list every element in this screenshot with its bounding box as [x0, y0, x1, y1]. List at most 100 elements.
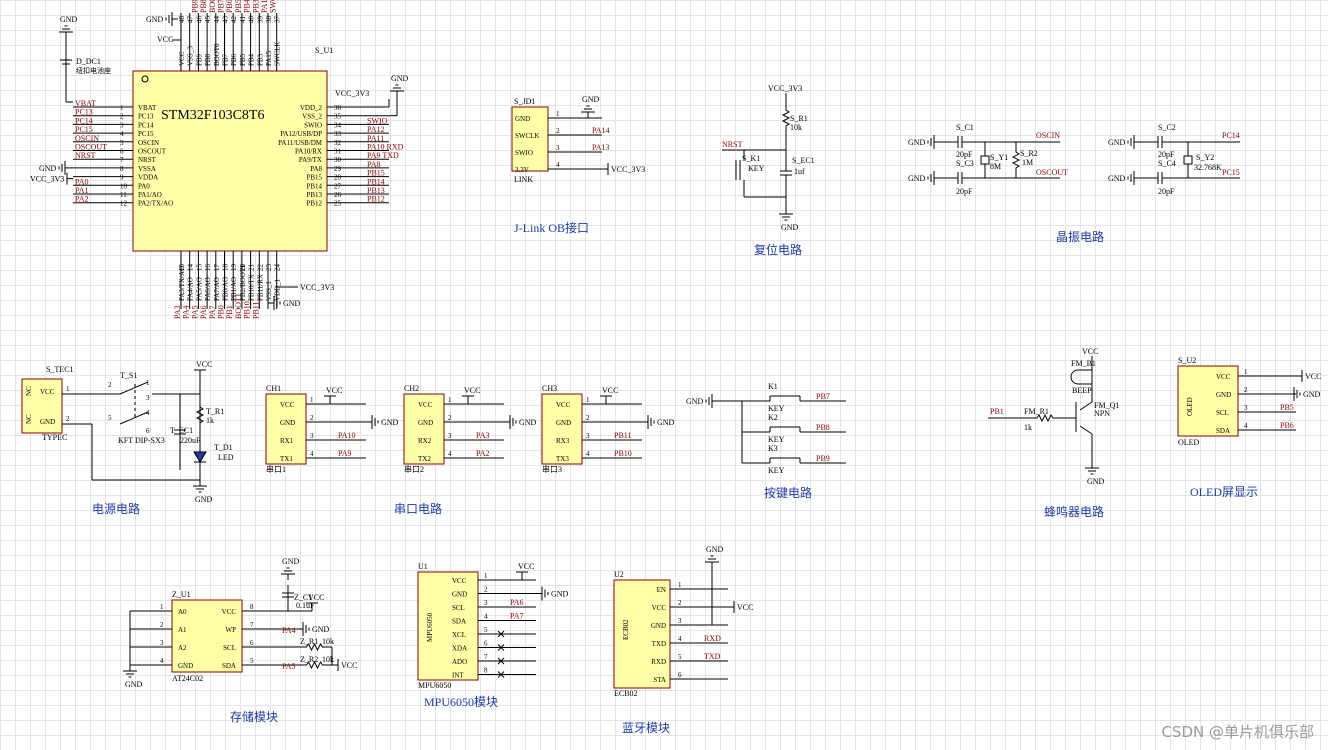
- jlink-pin-number: 4: [556, 161, 560, 169]
- serial-pin-number: 2: [310, 414, 314, 422]
- mpu-ref: U1: [418, 562, 428, 571]
- mcu-pin-number: 13: [178, 264, 186, 272]
- power-label: VCC_3V3: [30, 175, 64, 184]
- mcu-pin-name: VDD_2: [300, 104, 323, 112]
- mcu-left-net: NRST: [75, 151, 96, 160]
- mcu-pin-number: 20: [239, 264, 247, 272]
- crystal-caption: 晶振电路: [1056, 229, 1104, 244]
- mcu-left-net: OSCOUT: [75, 143, 107, 152]
- wire: [1079, 425, 1093, 435]
- reset-sw-ref: S_K1: [742, 154, 760, 163]
- crystal-r-ref: S_R2: [1020, 149, 1038, 158]
- bt-ref: U2: [614, 570, 624, 579]
- mcu-top-net: PA15: [260, 0, 269, 13]
- reset-c-val: 1uf: [794, 167, 805, 176]
- power-label: VCC_3V3: [611, 165, 645, 174]
- mcu-top-net: PB7: [217, 0, 226, 13]
- mcu-pin-name: PB14: [306, 182, 322, 190]
- mcu-pin-name: VDD_1: [274, 278, 282, 301]
- reset-block: VCC_3V3 S_R110k NRST S_K1KEY S_EC1 1uf GND: [722, 84, 815, 232]
- oled-block: S_U2 OLED OLED VCC 1 GND 2 SCL 3 PB5 SDA 4 PB6 VCC GND: [1177, 356, 1321, 447]
- mcu-pin-name: PA10/RX: [295, 148, 322, 156]
- serial-ref: CH2: [404, 384, 419, 393]
- mcu-pin-name: PB7: [222, 53, 230, 66]
- buzzer-net: PB1: [990, 407, 1004, 416]
- mcu-body: [132, 70, 328, 252]
- resistor: [781, 104, 791, 132]
- mcu-bottom-net: PB11: [251, 302, 260, 320]
- mpu-pin-name: VCC: [452, 577, 467, 585]
- mcu-right-net: PA12: [367, 125, 385, 134]
- mcu-pin-name: OSCOUT: [138, 148, 167, 156]
- mcu-bottom-net: PA3: [173, 306, 182, 320]
- mcu-bottom-net: PA6: [199, 306, 208, 320]
- power-r-ref: T_R1: [206, 407, 224, 416]
- keys-caption: 按键电路: [764, 485, 812, 500]
- rtc-net: PC15: [1222, 168, 1240, 177]
- keys-block: GNDK1KEYPB7K2KEYPB8K3KEYPB9: [686, 382, 846, 475]
- mcu-pin-name: PB0/AO: [222, 277, 230, 301]
- watermark: CSDN @单片机俱乐部: [1161, 723, 1314, 741]
- reset-r-ref: S_R1: [790, 114, 808, 123]
- crystal-block: GNDS_C120pFGNDS_C320pFS_Y18MS_R21MOSCINO…: [908, 123, 1240, 196]
- serial-port-1: CH1 串口1 VCC 1 GND 2 RX1 3 PA10 TX1 4 PA9 VCC GND: [265, 384, 399, 474]
- serial-pin-number: 2: [448, 414, 452, 422]
- jlink-pin-name: GND: [515, 115, 530, 123]
- mcu-pin-number: 18: [222, 264, 230, 272]
- eeprom-name: AT24C02: [172, 674, 203, 683]
- mcu-right-net: PB14: [367, 177, 385, 186]
- mcu-bottom-net: PB0: [217, 305, 226, 319]
- mcu-right-net: PB13: [367, 186, 385, 195]
- mcu-bottom-net: PA7: [208, 306, 217, 320]
- mcu-pin-number: 8: [120, 165, 124, 173]
- mcu-pin-number: 33: [334, 130, 342, 138]
- jlink-net: PA13: [592, 143, 610, 152]
- key-ref: K1: [768, 382, 778, 391]
- mcu-pin-number: 25: [334, 200, 342, 208]
- mpu-pin-number: 8: [484, 667, 488, 675]
- mcu-top-net: SWCLK: [269, 0, 278, 13]
- mcu-pin-number: 42: [230, 16, 238, 24]
- oled-net: PB6: [1280, 421, 1294, 430]
- power-label: VCC: [464, 386, 480, 395]
- mcu-pin-name: PB3: [256, 53, 264, 66]
- mcu-part-name: STM32F103C8T6: [161, 108, 264, 123]
- reset-sw-val: KEY: [748, 164, 765, 173]
- serial-name: 串口3: [542, 465, 562, 474]
- mpu-pin-name: XCL: [452, 631, 466, 639]
- mcu-pin-number: 30: [334, 156, 342, 164]
- crystal-net: OSCOUT: [1036, 168, 1068, 177]
- serial-pin-name: GND: [556, 419, 571, 427]
- mcu-pin-name: PB6: [230, 53, 238, 66]
- power-c-val: 220uF: [180, 436, 201, 445]
- reset-c-ref: S_EC1: [792, 156, 815, 165]
- eeprom-r-val: 10k: [322, 637, 334, 646]
- key-ref: K3: [768, 444, 778, 453]
- mcu-pin-name: PA15: [265, 50, 273, 66]
- usb-pin-name: VCC: [40, 388, 55, 396]
- mcu-right-net: PB12: [367, 195, 385, 204]
- led-val: LED: [218, 453, 234, 462]
- power-block: S_TEC1 TYPEC NC NC VCC GND 1 2 T_S1 KFT DIP-SX3 2 1…: [21, 360, 234, 504]
- jlink-pin-name: SWCLK: [515, 132, 540, 140]
- mcu-pin-name: VSS_2: [302, 113, 322, 121]
- mcu-pin-number: 38: [265, 16, 273, 24]
- mcu-pin-number: 22: [256, 264, 264, 272]
- serial-net: PA2: [476, 449, 490, 458]
- mpu-pin-number: 7: [484, 653, 488, 661]
- mcu-left-net: PA0: [75, 177, 89, 186]
- serial-port-3: CH3 串口3 VCC 1 GND 2 RX3 3 PB11 TX3 4 PB10 VCC GND: [541, 384, 675, 474]
- key-net: PB8: [816, 423, 830, 432]
- power-label: VCC: [737, 603, 753, 612]
- eeprom-pin-number: 1: [160, 603, 164, 611]
- mcu-pin-name: PA6/AO: [204, 277, 212, 301]
- mcu-pin-name: PA11/USB/DM: [278, 139, 323, 147]
- ground-label: GND: [391, 74, 409, 83]
- mcu-pin-number: 41: [239, 16, 247, 24]
- mcu-left-net: PC15: [75, 125, 93, 134]
- mcu-top-net: BOOT0: [208, 0, 217, 13]
- mcu-right-net: PA8: [367, 160, 381, 169]
- serial-pin-number: 1: [448, 396, 452, 404]
- mcu-pin-name: VSS_3: [187, 46, 195, 66]
- mcu-pin-name: PC14: [138, 121, 154, 129]
